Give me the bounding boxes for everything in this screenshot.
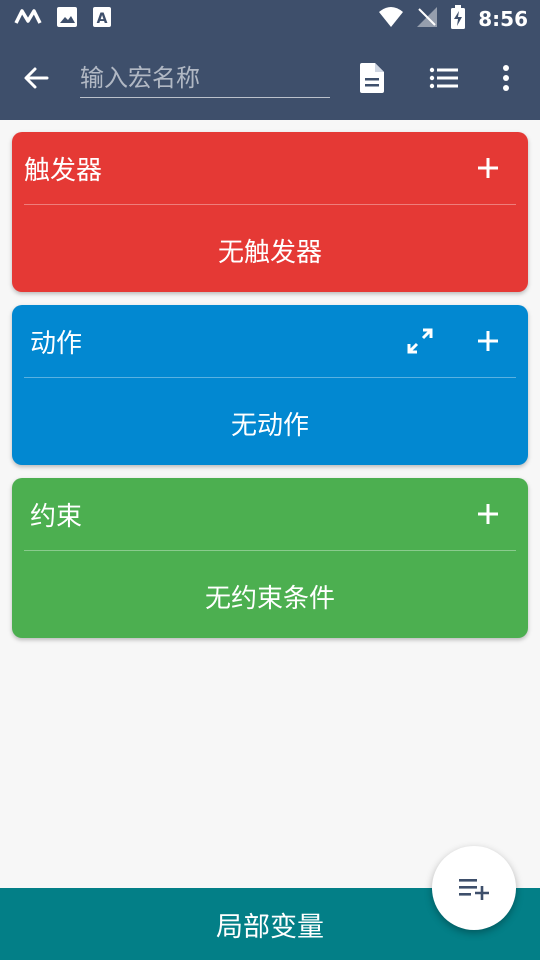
expand-icon <box>407 328 433 354</box>
plus-icon <box>478 504 498 524</box>
status-time: 8:56 <box>478 7 528 31</box>
add-to-queue-fab[interactable] <box>432 846 516 930</box>
more-vert-icon <box>503 65 509 91</box>
macro-description-button[interactable] <box>352 58 392 98</box>
actions-empty-text: 无动作 <box>230 411 309 441</box>
triggers-card: 触发器 无触发器 <box>12 132 528 292</box>
playlist-add-icon <box>459 879 489 900</box>
document-icon <box>360 63 384 93</box>
image-icon <box>56 6 78 32</box>
triggers-empty-text: 无触发器 <box>217 238 322 268</box>
plus-icon <box>478 331 498 351</box>
constraints-card: 约束 无约束条件 <box>12 478 528 638</box>
plus-icon <box>478 158 498 178</box>
arrow-back-icon <box>24 67 49 89</box>
divider <box>24 377 516 378</box>
status-bar: A 8:56 <box>0 0 540 36</box>
triggers-title: 触发器 <box>24 156 103 186</box>
macro-name-input[interactable] <box>80 59 330 98</box>
overflow-menu-button[interactable] <box>486 58 526 98</box>
local-variables-label: 局部变量 <box>216 911 324 943</box>
top-bar: A 8:56 <box>0 0 540 120</box>
add-trigger-button[interactable] <box>468 148 508 188</box>
divider <box>24 204 516 205</box>
battery-charging-icon <box>450 5 466 33</box>
list-view-button[interactable] <box>424 58 464 98</box>
back-button[interactable] <box>16 58 56 98</box>
divider <box>24 550 516 551</box>
add-action-button[interactable] <box>468 321 508 361</box>
constraints-title: 约束 <box>30 502 83 532</box>
add-constraint-button[interactable] <box>468 494 508 534</box>
text-icon: A <box>92 6 112 32</box>
app-bar <box>0 36 540 120</box>
constraints-empty-text: 无约束条件 <box>204 584 335 614</box>
macrodroid-icon <box>14 7 42 31</box>
actions-title: 动作 <box>30 329 83 359</box>
wifi-icon <box>378 6 404 32</box>
no-signal-icon <box>416 6 438 32</box>
svg-text:A: A <box>97 11 108 27</box>
list-icon <box>429 67 458 89</box>
expand-actions-button[interactable] <box>400 321 440 361</box>
actions-card: 动作 无动作 <box>12 305 528 465</box>
